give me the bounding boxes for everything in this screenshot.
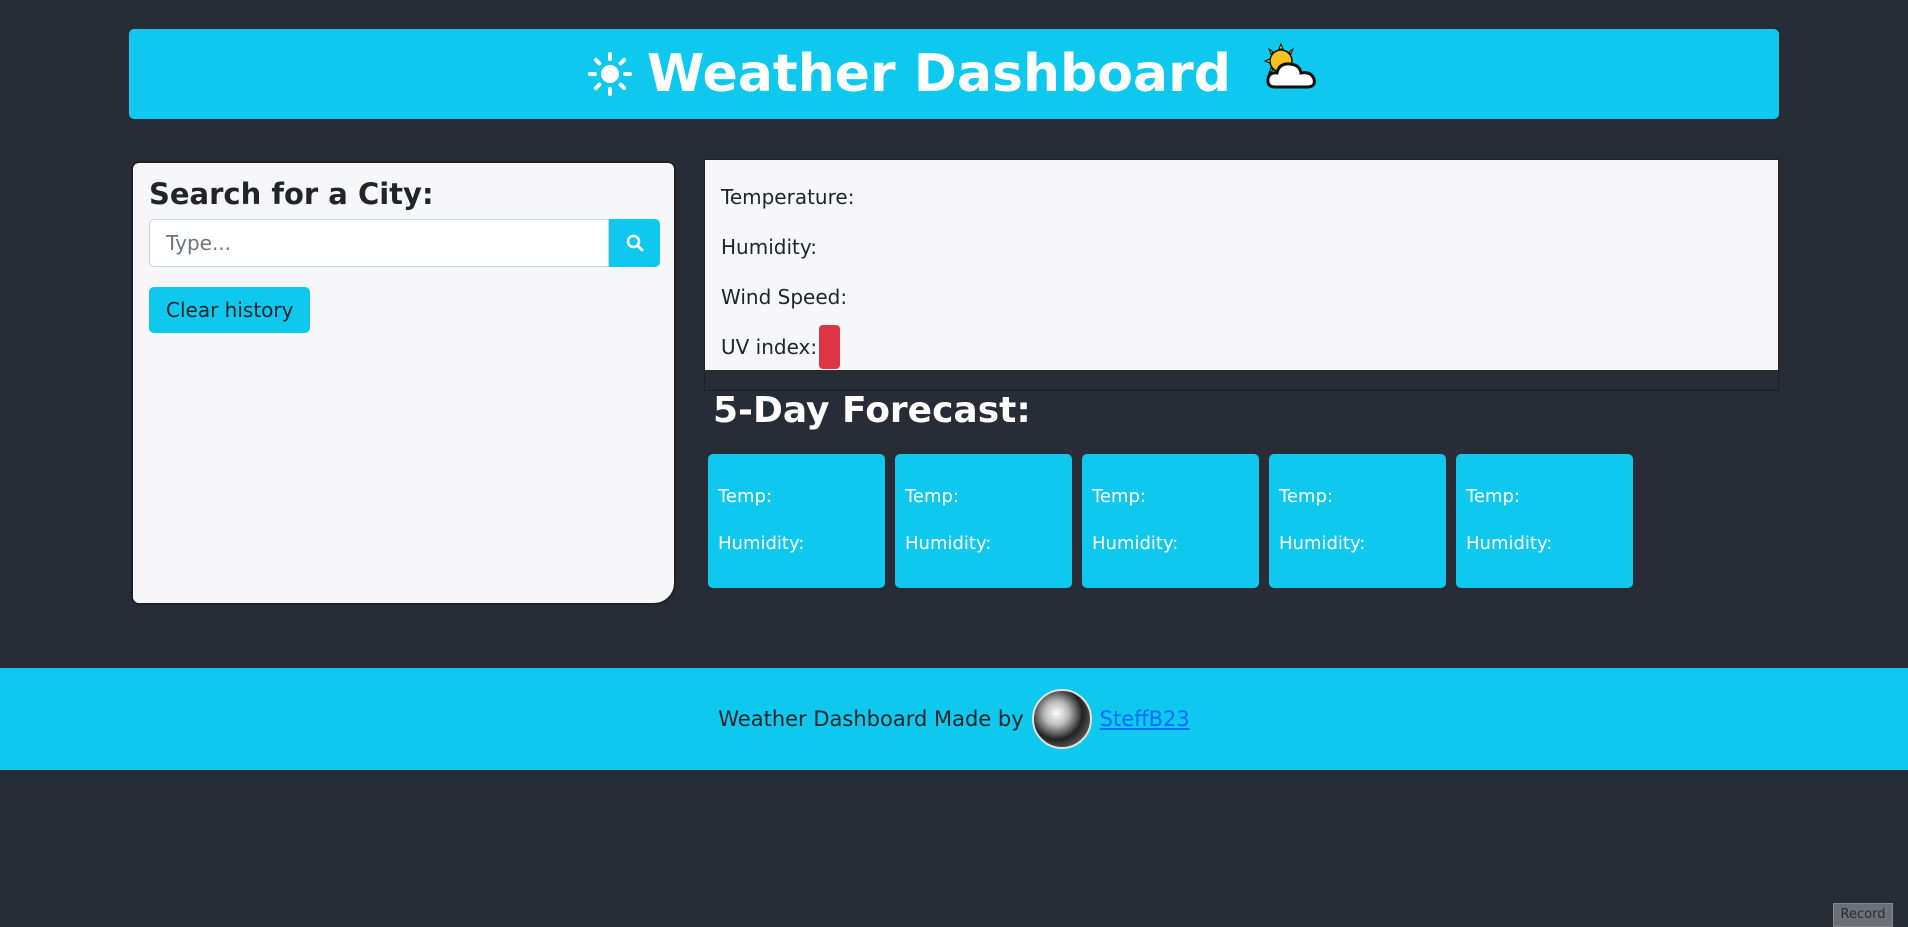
uv-index-label: UV index: — [721, 335, 818, 359]
forecast-temp-label: Temp: — [905, 486, 960, 507]
forecast-humidity-label: Humidity: — [718, 533, 805, 554]
page-title-wrap: Weather Dashboard — [587, 43, 1321, 104]
search-icon — [626, 234, 644, 252]
search-input-group — [149, 219, 660, 267]
forecast-temp-label: Temp: — [1279, 486, 1334, 507]
forecast-card: Temp: Humidity: — [1456, 454, 1633, 588]
forecast-card: Temp: Humidity: — [1082, 454, 1259, 588]
sun-behind-cloud-icon — [1259, 43, 1321, 95]
forecast-temp-label: Temp: — [1466, 486, 1521, 507]
search-button[interactable] — [609, 219, 660, 267]
page-title: Weather Dashboard — [647, 44, 1231, 104]
humidity-label: Humidity: — [721, 235, 817, 259]
forecast-card: Temp: Humidity: — [895, 454, 1072, 588]
forecast-cards: Temp: Humidity: Temp: Humidity: Temp: Hu… — [708, 454, 1633, 588]
forecast-title: 5-Day Forecast: — [713, 390, 1031, 431]
forecast-humidity-label: Humidity: — [1279, 533, 1366, 554]
city-search-input[interactable] — [149, 219, 610, 267]
current-weather-body: Temperature: Humidity: Wind Speed: UV in… — [705, 160, 1778, 370]
uv-index-row: UV index: — [721, 322, 1762, 372]
sun-icon — [587, 51, 633, 97]
forecast-card: Temp: Humidity: — [1269, 454, 1446, 588]
temperature-label: Temperature: — [721, 185, 855, 209]
humidity-row: Humidity: — [721, 222, 1762, 272]
clear-history-button[interactable]: Clear history — [149, 287, 311, 333]
wind-speed-row: Wind Speed: — [721, 272, 1762, 322]
temperature-row: Temperature: — [721, 172, 1762, 222]
uv-index-badge — [819, 325, 841, 369]
forecast-card: Temp: Humidity: — [708, 454, 885, 588]
search-panel: Search for a City: Clear history — [131, 161, 676, 605]
forecast-humidity-label: Humidity: — [905, 533, 992, 554]
wind-speed-label: Wind Speed: — [721, 285, 848, 309]
forecast-temp-label: Temp: — [718, 486, 773, 507]
page-header: Weather Dashboard — [129, 29, 1779, 119]
current-weather-panel: Temperature: Humidity: Wind Speed: UV in… — [704, 159, 1779, 391]
footer-text: Weather Dashboard Made by — [718, 707, 1024, 731]
author-link[interactable]: SteffB23 — [1100, 707, 1190, 731]
author-avatar — [1031, 689, 1092, 749]
search-heading: Search for a City: — [149, 177, 434, 211]
page-footer: Weather Dashboard Made by SteffB23 — [0, 668, 1908, 770]
record-button[interactable]: Record — [1833, 903, 1893, 927]
forecast-humidity-label: Humidity: — [1092, 533, 1179, 554]
forecast-humidity-label: Humidity: — [1466, 533, 1553, 554]
forecast-temp-label: Temp: — [1092, 486, 1147, 507]
